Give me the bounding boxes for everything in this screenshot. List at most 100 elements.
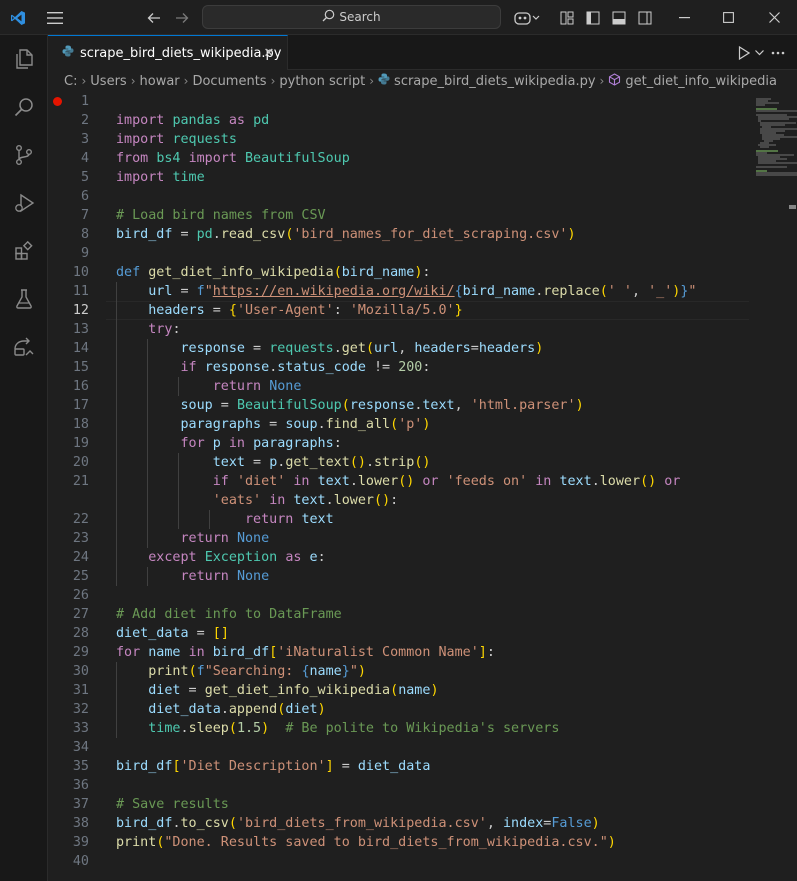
breadcrumb-documents[interactable]: Documents	[192, 74, 266, 89]
code-line[interactable]: 10 def get_diet_info_wikipedia(bird_name)…	[48, 263, 748, 282]
code-line[interactable]: 3 import requests	[48, 130, 748, 149]
source-control-icon[interactable]	[0, 131, 48, 179]
code-line[interactable]: 19 for p in paragraphs:	[48, 434, 748, 453]
chevron-down-icon[interactable]	[753, 44, 765, 62]
code-line[interactable]: 34	[48, 738, 748, 757]
code-line[interactable]: 28 diet_data = []	[48, 624, 748, 643]
code-line[interactable]: 23 return None	[48, 529, 748, 548]
code-line[interactable]: 33 time.sleep(1.5) # Be polite to Wikipe…	[48, 719, 748, 738]
line-number: 33	[72, 721, 89, 736]
code-line[interactable]: 38 bird_df.to_csv('bird_diets_from_wikipe…	[48, 814, 748, 833]
indent-guide	[116, 301, 117, 320]
menu-icon[interactable]	[42, 0, 68, 35]
code-line[interactable]: 12 headers = {'User-Agent': 'Mozilla/5.0…	[48, 301, 749, 320]
code-line[interactable]: 7 # Load bird names from CSV	[48, 206, 748, 225]
indent-guide	[116, 719, 117, 738]
line-number: 6	[80, 189, 89, 204]
code-text: for name in bird_df['iNaturalist Common …	[116, 645, 495, 660]
code-line[interactable]: 29 for name in bird_df['iNaturalist Commo…	[48, 643, 748, 662]
testing-icon[interactable]	[0, 275, 48, 323]
explorer-icon[interactable]	[0, 35, 48, 83]
maximize-icon[interactable]	[714, 0, 742, 35]
code-line[interactable]: 1	[48, 92, 748, 111]
toggle-panel-icon[interactable]	[610, 0, 628, 35]
code-line[interactable]: 18 paragraphs = soup.find_all('p')	[48, 415, 748, 434]
code-line[interactable]: 39 print("Done. Results saved to bird_die…	[48, 833, 748, 852]
scrollbar-marker[interactable]	[789, 205, 796, 209]
line-number: 8	[80, 227, 89, 242]
code-line[interactable]: 13 try:	[48, 320, 748, 339]
code-line[interactable]: 40	[48, 852, 748, 871]
code-line[interactable]: 26	[48, 586, 748, 605]
search-icon[interactable]	[0, 83, 48, 131]
breadcrumb-file[interactable]: scrape_bird_diets_wikipedia.py	[378, 73, 596, 89]
layout-icon[interactable]	[558, 0, 576, 35]
code-line[interactable]: 'eats' in text.lower():	[48, 491, 748, 510]
code-line[interactable]: 4 from bs4 import BeautifulSoup	[48, 149, 748, 168]
code-text: return None	[180, 531, 270, 546]
code-line[interactable]: 27 # Add diet info to DataFrame	[48, 605, 748, 624]
extensions-icon[interactable]	[0, 227, 48, 275]
line-number: 27	[72, 607, 89, 622]
breadcrumb-drive[interactable]: C:	[64, 74, 77, 89]
command-center-search[interactable]: Search	[202, 5, 501, 29]
code-text: text = p.get_text().strip()	[212, 455, 431, 470]
remote-explorer-icon[interactable]	[0, 323, 48, 371]
code-line[interactable]: 16 return None	[48, 377, 748, 396]
code-line[interactable]: 6	[48, 187, 748, 206]
minimap-line	[758, 118, 790, 120]
code-line[interactable]: 14 response = requests.get(url, headers=…	[48, 339, 748, 358]
code-line[interactable]: 8 bird_df = pd.read_csv('bird_names_for_d…	[48, 225, 748, 244]
line-number: 34	[72, 740, 89, 755]
line-number: 11	[72, 284, 89, 299]
code-line[interactable]: 36	[48, 776, 748, 795]
breadcrumb-users[interactable]: Users	[90, 74, 126, 89]
code-text: diet_data.append(diet)	[148, 702, 326, 717]
tab-scrape-bird-diets[interactable]: scrape_bird_diets_wikipedia.py ✕	[48, 35, 288, 70]
more-actions-icon[interactable]	[769, 44, 787, 62]
code-line[interactable]: 15 if response.status_code != 200:	[48, 358, 748, 377]
back-arrow-icon[interactable]	[144, 0, 164, 35]
run-debug-icon[interactable]	[0, 179, 48, 227]
code-line[interactable]: 24 except Exception as e:	[48, 548, 748, 567]
code-text: bird_df.to_csv('bird_diets_from_wikipedi…	[116, 816, 600, 831]
line-number: 22	[72, 512, 89, 527]
code-line[interactable]: 35 bird_df['Diet Description'] = diet_dat…	[48, 757, 748, 776]
code-line[interactable]: 37 # Save results	[48, 795, 748, 814]
run-python-file-icon[interactable]	[735, 44, 753, 62]
code-text: def get_diet_info_wikipedia(bird_name):	[116, 265, 431, 280]
close-icon[interactable]	[760, 0, 788, 35]
forward-arrow-icon[interactable]	[172, 0, 192, 35]
code-line[interactable]: 31 diet = get_diet_info_wikipedia(name)	[48, 681, 748, 700]
toggle-primary-sidebar-icon[interactable]	[584, 0, 602, 35]
code-line[interactable]: 21 if 'diet' in text.lower() or 'feeds o…	[48, 472, 748, 491]
code-line[interactable]: 32 diet_data.append(diet)	[48, 700, 748, 719]
copilot-icon[interactable]	[512, 0, 542, 35]
activity-bar	[0, 35, 48, 881]
code-editor[interactable]: 1 2 import pandas as pd 3 import requests 4 fr…	[48, 92, 797, 881]
code-line[interactable]: 25 return None	[48, 567, 748, 586]
code-line[interactable]: 9	[48, 244, 748, 263]
line-number: 5	[80, 170, 89, 185]
code-line[interactable]: 11 url = f"https://en.wikipedia.org/wiki…	[48, 282, 748, 301]
vscode-logo-icon	[6, 0, 30, 35]
breadcrumb-function[interactable]: get_diet_info_wikipedia	[608, 72, 777, 90]
indent-guide	[178, 453, 179, 472]
minimap[interactable]	[750, 92, 797, 881]
code-line[interactable]: 30 print(f"Searching: {name}")	[48, 662, 748, 681]
code-line[interactable]: 20 text = p.get_text().strip()	[48, 453, 748, 472]
code-line[interactable]: 22 return text	[48, 510, 748, 529]
minimize-icon[interactable]	[670, 0, 698, 35]
code-text: headers = {'User-Agent': 'Mozilla/5.0'}	[148, 303, 463, 318]
code-line[interactable]: 17 soup = BeautifulSoup(response.text, '…	[48, 396, 748, 415]
indent-guide	[209, 510, 210, 529]
code-text: diet_data = []	[116, 626, 229, 641]
breadcrumb-python-script[interactable]: python script	[279, 74, 365, 89]
tab-close-icon[interactable]: ✕	[261, 45, 277, 61]
breadcrumb: C: › Users › howar › Documents › python …	[48, 70, 797, 92]
code-line[interactable]: 2 import pandas as pd	[48, 111, 748, 130]
breadcrumb-howar[interactable]: howar	[140, 74, 180, 89]
toggle-secondary-sidebar-icon[interactable]	[636, 0, 654, 35]
code-line[interactable]: 5 import time	[48, 168, 748, 187]
line-number: 28	[72, 626, 89, 641]
